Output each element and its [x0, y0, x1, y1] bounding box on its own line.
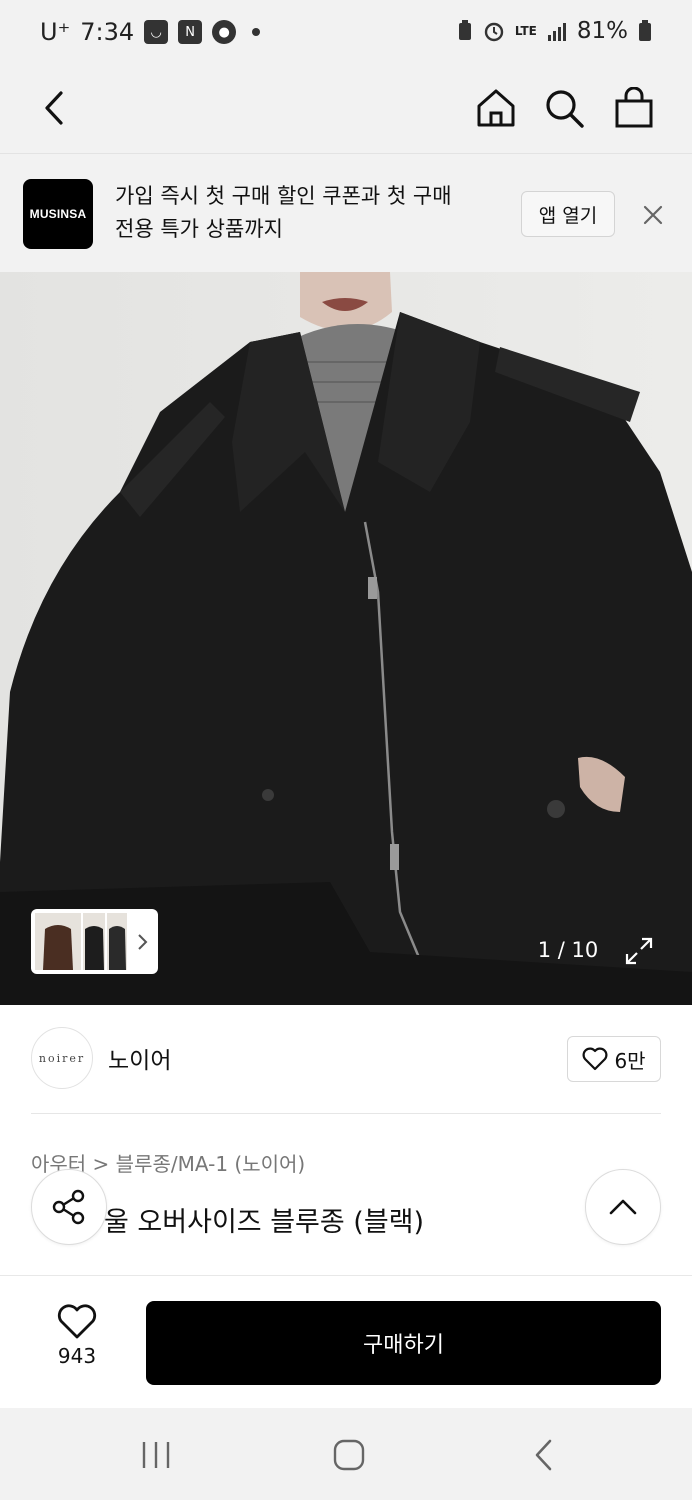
naver-icon: N — [178, 20, 203, 44]
product-title: 울 오버사이즈 블루종 (블랙) — [104, 1207, 425, 1238]
home-icon — [477, 89, 515, 127]
brand-like-count: 6만 — [614, 1048, 646, 1073]
open-app-button[interactable]: 앱 열기 — [521, 191, 615, 237]
system-navigation-bar — [0, 1408, 692, 1500]
fullscreen-button[interactable] — [618, 930, 660, 972]
search-icon — [546, 90, 584, 128]
battery-saver-icon — [458, 20, 471, 40]
status-left: U⁺ 7:34 ◡ N ● — [40, 18, 261, 46]
chat-bubble-icon: ● — [212, 20, 237, 44]
promo-message: 가입 즉시 첫 구매 할인 쿠폰과 첫 구매 전용 특가 상품까지 — [115, 180, 505, 246]
network-type: LTE — [514, 23, 537, 38]
app-header — [0, 66, 692, 154]
close-icon — [643, 205, 663, 225]
home-nav-button[interactable] — [319, 1430, 379, 1480]
image-counter: 1 / 10 — [537, 938, 599, 962]
promo-line-1: 가입 즉시 첫 구매 할인 쿠폰과 첫 구매 — [115, 184, 452, 208]
back-button[interactable] — [24, 78, 84, 138]
notification-app-icon: ◡ — [144, 20, 169, 44]
clock: 7:34 — [80, 18, 135, 46]
expand-icon — [625, 937, 653, 965]
brand-logo[interactable]: noirer — [31, 1027, 93, 1089]
brand-row[interactable]: noirer 노이어 6만 — [0, 1005, 692, 1115]
share-icon — [52, 1189, 85, 1225]
thumbnail-strip[interactable] — [31, 909, 158, 974]
brand-like-button[interactable]: 6만 — [567, 1036, 661, 1082]
battery-percent: 81% — [576, 18, 628, 44]
heart-icon — [57, 1304, 97, 1339]
more-notifications-dot-icon — [252, 28, 261, 36]
purchase-bar: 943 구매하기 — [0, 1275, 692, 1408]
promo-line-2: 전용 특가 상품까지 — [115, 217, 283, 241]
status-bar: U⁺ 7:34 ◡ N ● LTE 81% — [0, 0, 692, 66]
signal-icon — [547, 23, 566, 41]
shopping-bag-icon — [615, 87, 653, 128]
cart-button[interactable] — [604, 78, 664, 138]
recent-apps-button[interactable] — [126, 1430, 186, 1480]
thumbnail-images — [35, 913, 148, 970]
wishlist-count: 943 — [57, 1344, 97, 1368]
share-button[interactable] — [31, 1169, 107, 1245]
back-nav-button[interactable] — [514, 1430, 574, 1480]
app-install-banner: MUSINSA 가입 즉시 첫 구매 할인 쿠폰과 첫 구매 전용 특가 상품까… — [0, 154, 692, 272]
status-right: LTE 81% — [457, 18, 652, 44]
recent-apps-icon — [142, 1442, 170, 1468]
home-button[interactable] — [466, 78, 526, 138]
carrier-label: U⁺ — [40, 18, 71, 46]
heart-icon — [582, 1047, 608, 1071]
close-banner-button[interactable] — [636, 198, 670, 232]
back-icon — [535, 1439, 552, 1471]
product-photo — [0, 272, 692, 1005]
alarm-icon — [484, 22, 504, 42]
wishlist-button[interactable]: 943 — [40, 1304, 114, 1384]
search-button[interactable] — [534, 78, 594, 138]
buy-button[interactable]: 구매하기 — [146, 1301, 661, 1385]
brand-name[interactable]: 노이어 — [108, 1041, 171, 1075]
scroll-top-button[interactable] — [585, 1169, 661, 1245]
battery-icon — [639, 20, 651, 41]
divider — [31, 1113, 661, 1114]
product-image-carousel[interactable] — [0, 272, 692, 1005]
musinsa-logo: MUSINSA — [23, 179, 93, 249]
home-circle-icon — [333, 1439, 365, 1471]
chevron-up-icon — [609, 1199, 637, 1215]
chevron-left-icon — [45, 91, 63, 125]
